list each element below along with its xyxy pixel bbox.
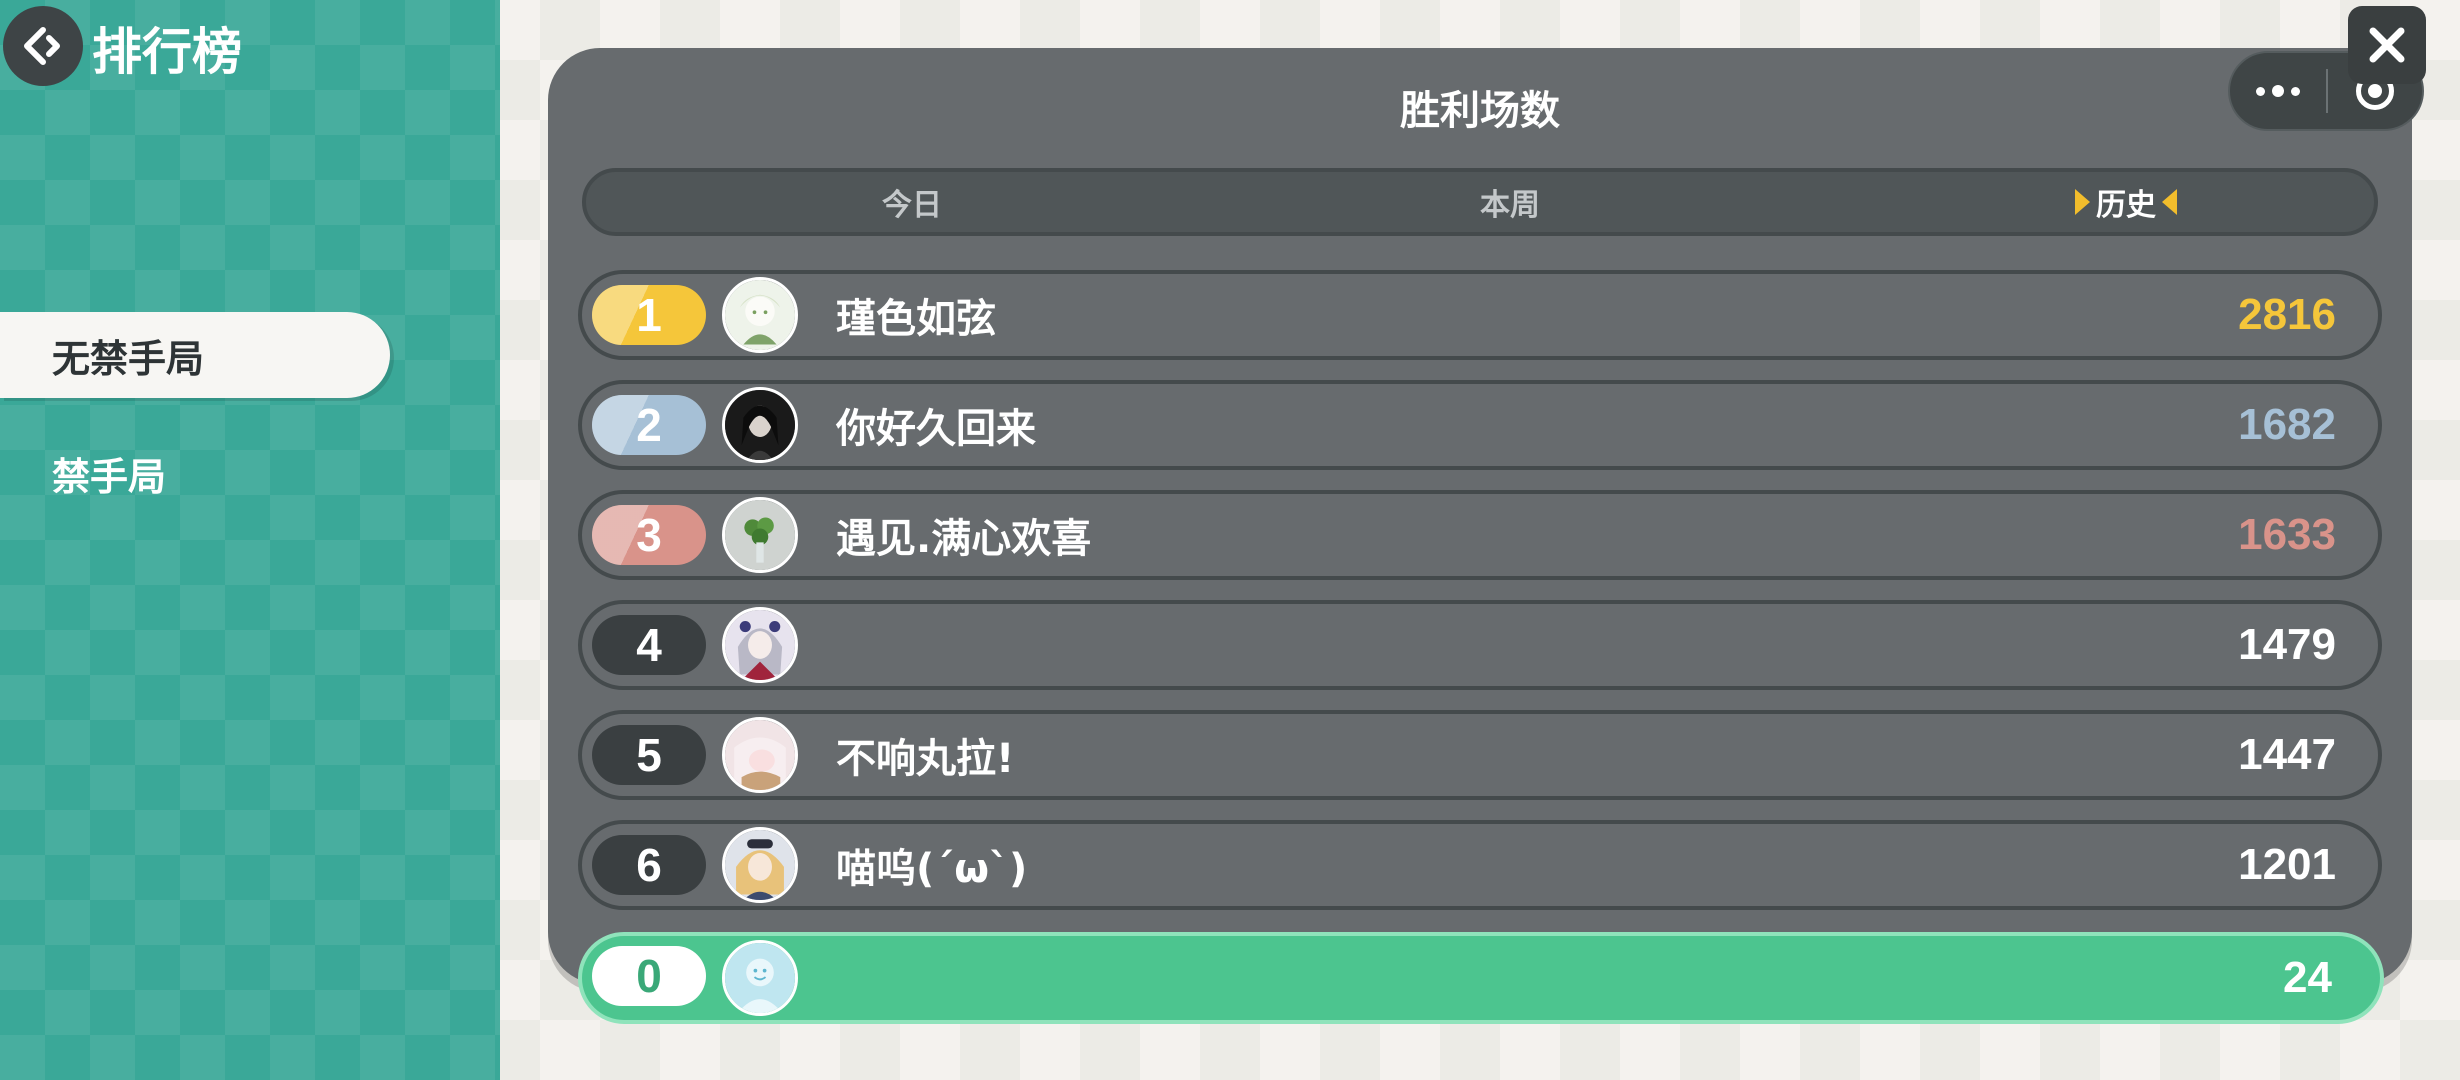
tab-history[interactable]: 历史 <box>1976 172 2276 232</box>
tab-label: 今日 <box>882 188 942 223</box>
avatar-image <box>725 500 795 570</box>
rank-badge: 3 <box>592 505 706 565</box>
avatar-image <box>725 610 795 680</box>
rank-badge: 4 <box>592 615 706 675</box>
sidebar: 排行榜 无禁手局 禁手局 <box>0 0 500 1080</box>
close-x-icon <box>2369 27 2405 63</box>
avatar <box>722 277 798 353</box>
player-name: 不响丸拉! <box>836 736 1015 782</box>
rank-badge: 5 <box>592 725 706 785</box>
leaderboard-row[interactable]: 1 瑾色如弦 2816 <box>578 270 2382 360</box>
leaderboard-row[interactable]: 6 喵呜(´ω`) 1201 <box>578 820 2382 910</box>
avatar-image <box>725 830 795 900</box>
sidebar-item-forbidden[interactable]: 禁手局 <box>0 430 390 516</box>
leaderboard-panel: 胜利场数 今日 本周 历史 1 瑾色如弦 2816 2 你好久回来 1682 3… <box>548 48 2412 984</box>
avatar <box>722 497 798 573</box>
win-count: 2816 <box>2238 290 2336 339</box>
panel-title: 胜利场数 <box>1400 88 1560 134</box>
my-rank-badge: 0 <box>592 946 706 1006</box>
avatar <box>722 607 798 683</box>
leaderboard-row[interactable]: 4 1479 <box>578 600 2382 690</box>
period-tabs: 今日 本周 历史 <box>582 168 2378 236</box>
rank-badge: 2 <box>592 395 706 455</box>
avatar <box>722 717 798 793</box>
win-count: 1479 <box>2238 620 2336 669</box>
win-count: 1633 <box>2238 510 2336 559</box>
win-count: 1201 <box>2238 840 2336 889</box>
tab-label: 历史 <box>2096 188 2156 223</box>
leaderboard-row[interactable]: 2 你好久回来 1682 <box>578 380 2382 470</box>
win-count: 1447 <box>2238 730 2336 779</box>
my-avatar <box>722 940 798 1016</box>
more-dots-icon <box>2256 86 2265 96</box>
page-title: 排行榜 <box>92 23 242 81</box>
close-button[interactable] <box>2348 6 2426 84</box>
back-arrow-icon <box>24 27 60 65</box>
avatar-image <box>725 390 795 460</box>
leaderboard-row[interactable]: 3 遇见.满心欢喜 1633 <box>578 490 2382 580</box>
win-count: 1682 <box>2238 400 2336 449</box>
rank-badge: 6 <box>592 835 706 895</box>
avatar <box>722 387 798 463</box>
player-name: 瑾色如弦 <box>836 296 996 342</box>
leaderboard-row[interactable]: 5 不响丸拉! 1447 <box>578 710 2382 800</box>
more-button[interactable] <box>2230 53 2326 129</box>
player-name: 喵呜(´ω`) <box>836 846 1028 892</box>
sidebar-item-label: 无禁手局 <box>52 336 205 381</box>
tab-selected-arrow-left-icon <box>2162 189 2177 215</box>
player-name: 你好久回来 <box>836 406 1036 452</box>
avatar-image <box>725 280 795 350</box>
tab-label: 本周 <box>1480 188 1540 223</box>
avatar-image <box>725 720 795 790</box>
my-win-count: 24 <box>2283 953 2332 1002</box>
rank-badge: 1 <box>592 285 706 345</box>
player-name: 遇见.满心欢喜 <box>836 516 1092 562</box>
sidebar-item-no-forbidden[interactable]: 无禁手局 <box>0 312 390 398</box>
sidebar-item-label: 禁手局 <box>52 454 167 499</box>
tab-today[interactable]: 今日 <box>812 172 1012 232</box>
tab-this-week[interactable]: 本周 <box>1410 172 1610 232</box>
avatar <box>722 827 798 903</box>
back-button[interactable] <box>3 6 83 86</box>
my-rank-row[interactable]: 0 24 <box>578 932 2384 1024</box>
tab-selected-arrow-right-icon <box>2075 189 2090 215</box>
default-avatar-icon <box>725 943 795 1013</box>
